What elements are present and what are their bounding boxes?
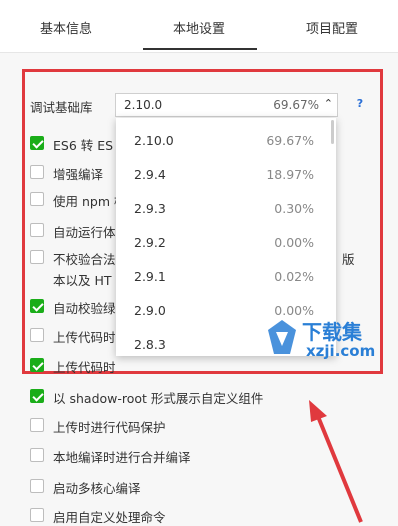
checkbox-enhanced-compile[interactable] xyxy=(30,165,44,179)
tab-basic-info[interactable]: 基本信息 xyxy=(40,18,92,37)
option-percent: 0.00% xyxy=(274,235,314,250)
option-version: 2.9.0 xyxy=(134,303,166,318)
watermark-title: 下载集 xyxy=(302,320,362,344)
option-version: 2.8.3 xyxy=(134,337,166,352)
debug-lib-select[interactable]: 2.10.0 69.67% ⌃ xyxy=(115,93,338,117)
setting-label-custom-command: 启用自定义处理命令 xyxy=(53,510,166,525)
checkbox-merge-compile[interactable] xyxy=(30,448,44,462)
watermark: 下载集 xzji.com xyxy=(262,312,382,370)
setting-label-code-protect: 上传时进行代码保护 xyxy=(53,420,166,435)
option-percent: 0.30% xyxy=(274,201,314,216)
setting-label-multicore: 启动多核心编译 xyxy=(53,481,141,496)
option-percent: 0.02% xyxy=(274,269,314,284)
checkbox-shadow-root[interactable] xyxy=(30,389,44,403)
tab-project-config[interactable]: 项目配置 xyxy=(306,18,358,37)
debug-lib-label: 调试基础库 xyxy=(30,100,93,115)
checkbox-multicore[interactable] xyxy=(30,479,44,493)
checkbox-es6[interactable] xyxy=(30,136,44,150)
setting-label-upload-1: 上传代码时 xyxy=(53,330,116,345)
setting-label-skip-validation: 不校验合法 xyxy=(53,252,116,267)
checkbox-skip-validation[interactable] xyxy=(30,250,44,264)
tab-local-settings[interactable]: 本地设置 xyxy=(173,18,225,37)
checkbox-npm[interactable] xyxy=(30,192,44,206)
option-version: 2.9.2 xyxy=(134,235,166,250)
checkbox-upload-1[interactable] xyxy=(30,328,44,342)
version-option[interactable]: 2.9.1 0.02% xyxy=(116,258,336,292)
checkbox-code-protect[interactable] xyxy=(30,418,44,432)
setting-label-es6: ES6 转 ES xyxy=(53,138,114,153)
help-icon[interactable]: ? xyxy=(353,97,367,111)
setting-label-merge-compile: 本地编译时进行合并编译 xyxy=(53,450,191,465)
version-option[interactable]: 2.10.0 69.67% xyxy=(116,122,336,156)
version-option[interactable]: 2.9.4 18.97% xyxy=(116,156,336,190)
setting-label-upload-2: 上传代码时 xyxy=(53,360,116,375)
option-version: 2.9.4 xyxy=(134,167,166,182)
version-option[interactable]: 2.9.3 0.30% xyxy=(116,190,336,224)
option-percent: 18.97% xyxy=(266,167,314,182)
red-arrow-icon xyxy=(309,400,363,523)
setting-label-skip-validation-line2: 本以及 HT xyxy=(53,273,112,288)
option-version: 2.10.0 xyxy=(134,133,174,148)
setting-label-enhanced-compile: 增强编译 xyxy=(53,167,104,182)
checkbox-auto-verify[interactable] xyxy=(30,299,44,313)
selected-version: 2.10.0 xyxy=(124,98,163,112)
watermark-logo-icon xyxy=(268,320,296,354)
option-percent: 69.67% xyxy=(266,133,314,148)
setting-label-auto-verify: 自动校验绿 xyxy=(53,301,116,316)
option-version: 2.9.3 xyxy=(134,201,166,216)
checkbox-custom-command[interactable] xyxy=(30,508,44,522)
selected-percent: 69.67% xyxy=(273,98,319,112)
version-option[interactable]: 2.9.2 0.00% xyxy=(116,224,336,258)
watermark-url: xzji.com xyxy=(306,342,376,360)
active-tab-indicator xyxy=(143,48,257,50)
checkbox-upload-2[interactable] xyxy=(30,358,44,372)
setting-label-skip-validation-suffix: 版 xyxy=(342,252,355,267)
setting-label-shadow-root: 以 shadow-root 形式展示自定义组件 xyxy=(53,391,264,406)
checkbox-auto-run[interactable] xyxy=(30,223,44,237)
chevron-up-icon: ⌃ xyxy=(323,97,333,110)
settings-tabs: 基本信息 本地设置 项目配置 xyxy=(0,0,398,53)
setting-label-auto-run: 自动运行体 xyxy=(53,225,116,240)
option-version: 2.9.1 xyxy=(134,269,166,284)
